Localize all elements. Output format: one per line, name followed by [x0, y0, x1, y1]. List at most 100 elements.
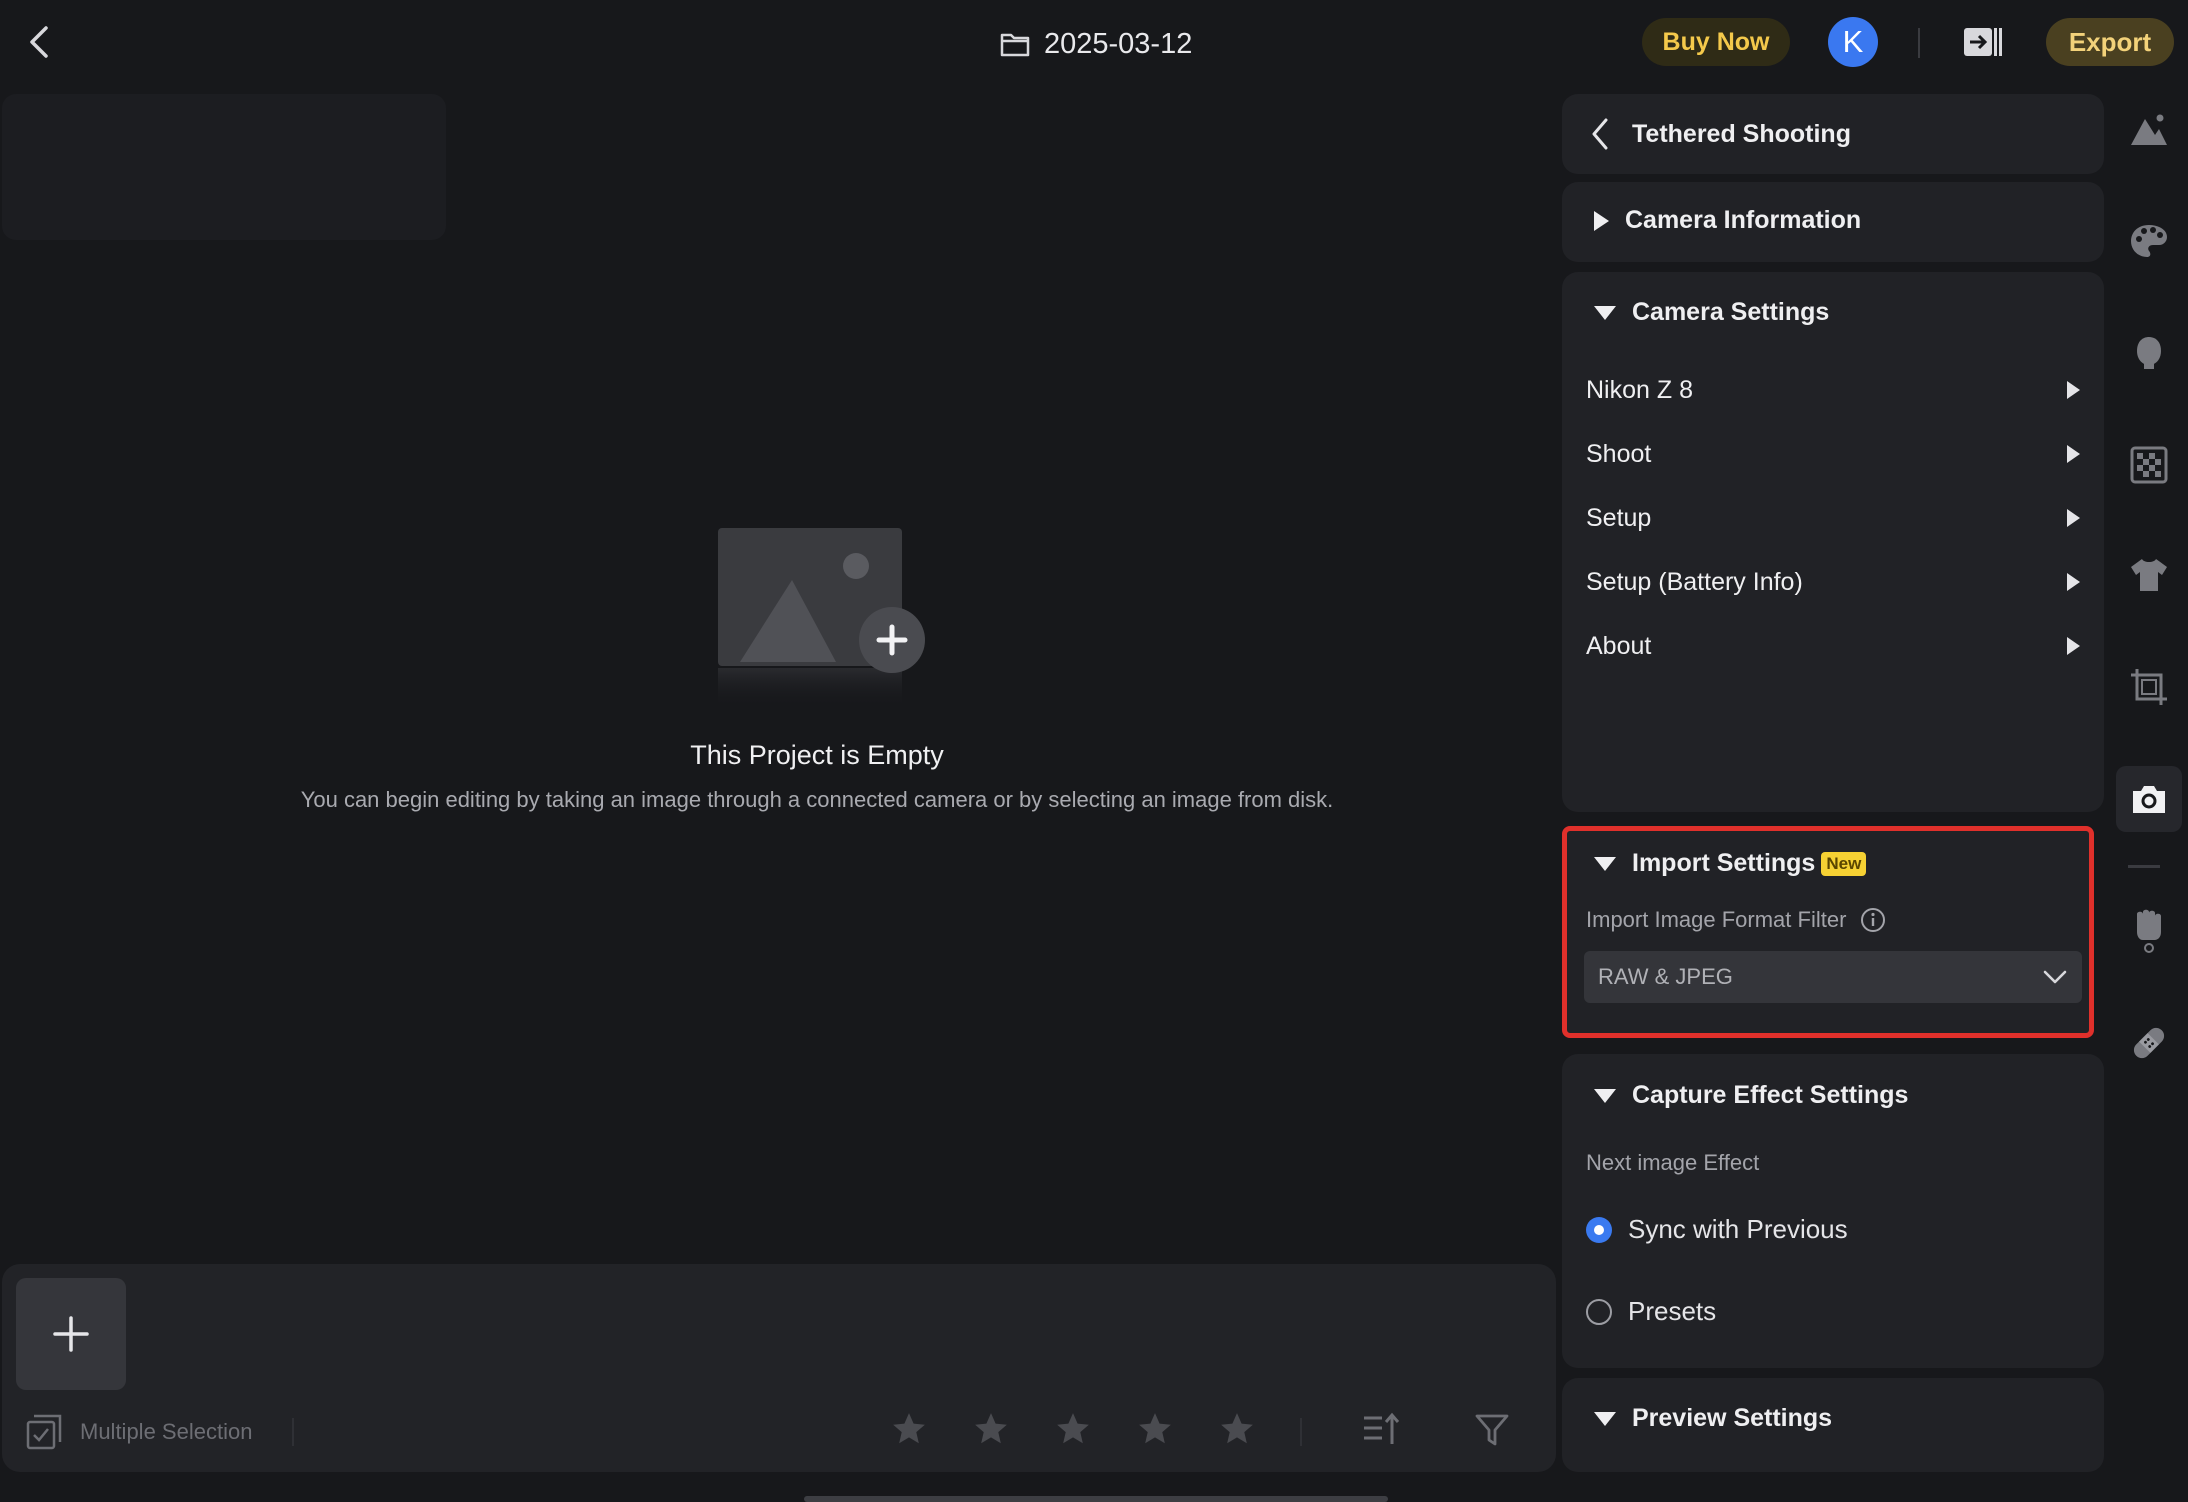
camera-icon — [2133, 786, 2165, 813]
camera-information-header[interactable]: Camera Information — [1594, 206, 1861, 235]
caret-down-icon — [1594, 856, 1616, 871]
chevron-down-icon — [2043, 970, 2067, 984]
empty-state-description: You can begin editing by taking an image… — [300, 787, 1334, 812]
checker-icon — [2130, 446, 2168, 484]
crop-icon — [2131, 669, 2167, 705]
multi-select-icon — [26, 1414, 62, 1450]
import-format-select[interactable]: RAW & JPEG — [1584, 951, 2082, 1003]
camera-information-section[interactable]: Camera Information — [1562, 182, 2104, 262]
tool-color[interactable] — [2126, 218, 2172, 264]
add-image-icon — [718, 528, 925, 708]
import-format-value: RAW & JPEG — [1598, 964, 1733, 989]
hand-icon — [2137, 909, 2161, 953]
caret-right-icon — [2067, 637, 2080, 655]
caret-down-icon — [1594, 1088, 1616, 1103]
buy-now-button[interactable]: Buy Now — [1642, 18, 1790, 66]
project-title[interactable]: 2025-03-12 — [1000, 24, 1192, 64]
preview-settings-title: Preview Settings — [1632, 1404, 1833, 1432]
camera-settings-section: Camera Settings Nikon Z 8 Shoot Setup Se… — [1562, 272, 2104, 812]
tool-heal[interactable] — [2126, 1020, 2172, 1066]
tool-crop[interactable] — [2126, 664, 2172, 710]
next-image-effect-label: Next image Effect — [1586, 1150, 1760, 1175]
tethered-shooting-back[interactable]: Tethered Shooting — [1588, 116, 1851, 152]
radio-sync-with-previous[interactable]: Sync with Previous — [1586, 1214, 1848, 1245]
import-settings-title: Import Settings — [1632, 849, 1816, 877]
info-icon[interactable] — [1860, 907, 1886, 933]
radio-label: Presets — [1628, 1296, 1717, 1326]
caret-right-icon — [2067, 509, 2080, 527]
camera-settings-title: Camera Settings — [1632, 298, 1830, 326]
camera-settings-item-about[interactable]: About — [1562, 614, 2104, 678]
camera-settings-item-battery-info[interactable]: Setup (Battery Info) — [1562, 550, 2104, 614]
tool-tethered-camera[interactable] — [2126, 776, 2172, 822]
camera-settings-item-setup[interactable]: Setup — [1562, 486, 2104, 550]
tool-clothing[interactable] — [2126, 552, 2172, 598]
menu-item-label: About — [1586, 631, 1652, 660]
caret-right-icon — [2067, 573, 2080, 591]
multiple-selection-toggle[interactable]: Multiple Selection — [26, 1414, 252, 1450]
empty-project-illustration[interactable] — [716, 526, 926, 716]
back-button[interactable] — [22, 20, 62, 64]
radio-selected-icon — [1586, 1216, 1612, 1243]
sort-button[interactable] — [1360, 1410, 1400, 1450]
portrait-icon — [2137, 337, 2161, 369]
camera-settings-header[interactable]: Camera Settings — [1594, 298, 1829, 327]
placeholder-card — [2, 94, 446, 240]
filter-icon — [1475, 1414, 1509, 1446]
tool-background[interactable] — [2126, 442, 2172, 488]
radio-unselected-icon — [1586, 1298, 1612, 1325]
star-icon[interactable] — [890, 1410, 928, 1448]
preview-settings-header[interactable]: Preview Settings — [1594, 1404, 1832, 1433]
camera-settings-item-shoot[interactable]: Shoot — [1562, 422, 2104, 486]
radio-presets[interactable]: Presets — [1586, 1296, 1716, 1327]
bottom-divider — [292, 1418, 294, 1446]
sidebar-toggle-icon — [1964, 28, 2002, 56]
chevron-left-icon — [1592, 118, 1608, 150]
caret-right-icon — [2067, 445, 2080, 463]
import-format-filter-label: Import Image Format Filter — [1586, 907, 1886, 933]
menu-item-label: Setup (Battery Info) — [1586, 567, 1803, 596]
menu-item-label: Nikon Z 8 — [1586, 375, 1693, 404]
plus-icon — [53, 1316, 89, 1352]
import-settings-header[interactable]: Import Settings New — [1594, 849, 1867, 878]
landscape-icon — [2131, 114, 2167, 145]
capture-effect-header[interactable]: Capture Effect Settings — [1594, 1081, 1908, 1110]
import-settings-section: Import Settings New Import Image Format … — [1562, 826, 2094, 1038]
capture-effect-section: Capture Effect Settings Next image Effec… — [1562, 1054, 2104, 1368]
camera-information-title: Camera Information — [1625, 206, 1862, 234]
new-badge: New — [1821, 851, 1867, 876]
panel-toggle-button[interactable] — [1960, 22, 2004, 62]
tool-portrait[interactable] — [2126, 330, 2172, 376]
caret-right-icon — [2067, 381, 2080, 399]
bottom-divider — [1300, 1418, 1302, 1446]
menu-item-label: Setup — [1586, 503, 1652, 532]
star-icon[interactable] — [1054, 1410, 1092, 1448]
folder-icon — [1000, 33, 1030, 57]
star-icon[interactable] — [1136, 1410, 1174, 1448]
project-title-text: 2025-03-12 — [1044, 27, 1193, 60]
export-button[interactable]: Export — [2046, 18, 2174, 66]
capture-effect-title: Capture Effect Settings — [1632, 1081, 1909, 1109]
shirt-icon — [2131, 559, 2167, 591]
chevron-left-icon — [30, 26, 48, 58]
caret-down-icon — [1594, 1411, 1616, 1426]
palette-icon — [2131, 225, 2167, 257]
caret-down-icon — [1594, 305, 1616, 320]
star-icon[interactable] — [972, 1410, 1010, 1448]
rating-stars — [890, 1410, 1256, 1448]
menu-item-label: Shoot — [1586, 439, 1652, 468]
avatar[interactable]: K — [1828, 17, 1878, 67]
bandage-icon — [2133, 1027, 2165, 1059]
multiple-selection-label: Multiple Selection — [80, 1419, 253, 1444]
tool-landscape[interactable] — [2126, 106, 2172, 152]
preview-settings-section: Preview Settings — [1562, 1378, 2104, 1472]
star-icon[interactable] — [1218, 1410, 1256, 1448]
tool-rail-divider — [2128, 865, 2160, 868]
camera-settings-item-nikon-z8[interactable]: Nikon Z 8 — [1562, 358, 2104, 422]
sort-icon — [1364, 1412, 1400, 1444]
empty-state-title: This Project is Empty — [690, 740, 944, 770]
tool-hand[interactable] — [2126, 908, 2172, 954]
add-image-button[interactable] — [16, 1278, 126, 1390]
filter-button[interactable] — [1474, 1412, 1510, 1450]
tethered-shooting-header[interactable]: Tethered Shooting — [1562, 94, 2104, 174]
